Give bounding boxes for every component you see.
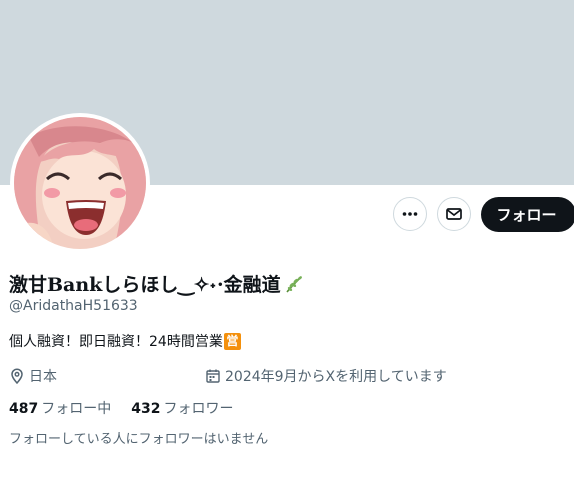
bio-text: 個人融資！即日融資！24時間営業 <box>9 334 223 350</box>
followers-link[interactable]: 432 フォロワー <box>131 398 233 418</box>
calendar-icon <box>206 369 220 383</box>
display-name-row: 激甘Bankしらほし‿✧˖·金融道 <box>9 270 305 297</box>
following-label: フォロー中 <box>41 401 112 417</box>
location-pin-icon <box>11 368 23 384</box>
avatar-image <box>14 117 146 249</box>
following-link[interactable]: 487 フォロー中 <box>9 398 111 418</box>
join-date: 2024年9月からXを利用しています <box>205 366 447 386</box>
mail-icon <box>446 208 462 220</box>
more-options-button[interactable] <box>393 197 427 231</box>
join-date-text: 2024年9月からXを利用しています <box>225 369 447 385</box>
location-text: 日本 <box>29 369 57 385</box>
avatar[interactable] <box>10 113 150 253</box>
following-count: 487 <box>9 401 39 417</box>
more-icon <box>402 212 418 216</box>
followers-label: フォロワー <box>163 401 234 417</box>
display-name: 激甘Bankしらほし‿✧˖·金融道 <box>9 274 281 296</box>
follow-button[interactable]: フォロー <box>481 197 574 232</box>
bio-badge: 営 <box>223 332 241 350</box>
herb-emoji-icon <box>285 275 302 292</box>
bio: 個人融資！即日融資！24時間営業 営 <box>9 331 241 351</box>
follow-stats: 487 フォロー中 432 フォロワー <box>9 398 253 418</box>
location: 日本 <box>9 366 57 386</box>
user-handle: @AridathaH51633 <box>9 298 138 314</box>
followers-you-know-note: フォローしている人にフォロワーはいません <box>9 432 269 447</box>
followers-count: 432 <box>131 401 161 417</box>
message-button[interactable] <box>437 197 471 231</box>
